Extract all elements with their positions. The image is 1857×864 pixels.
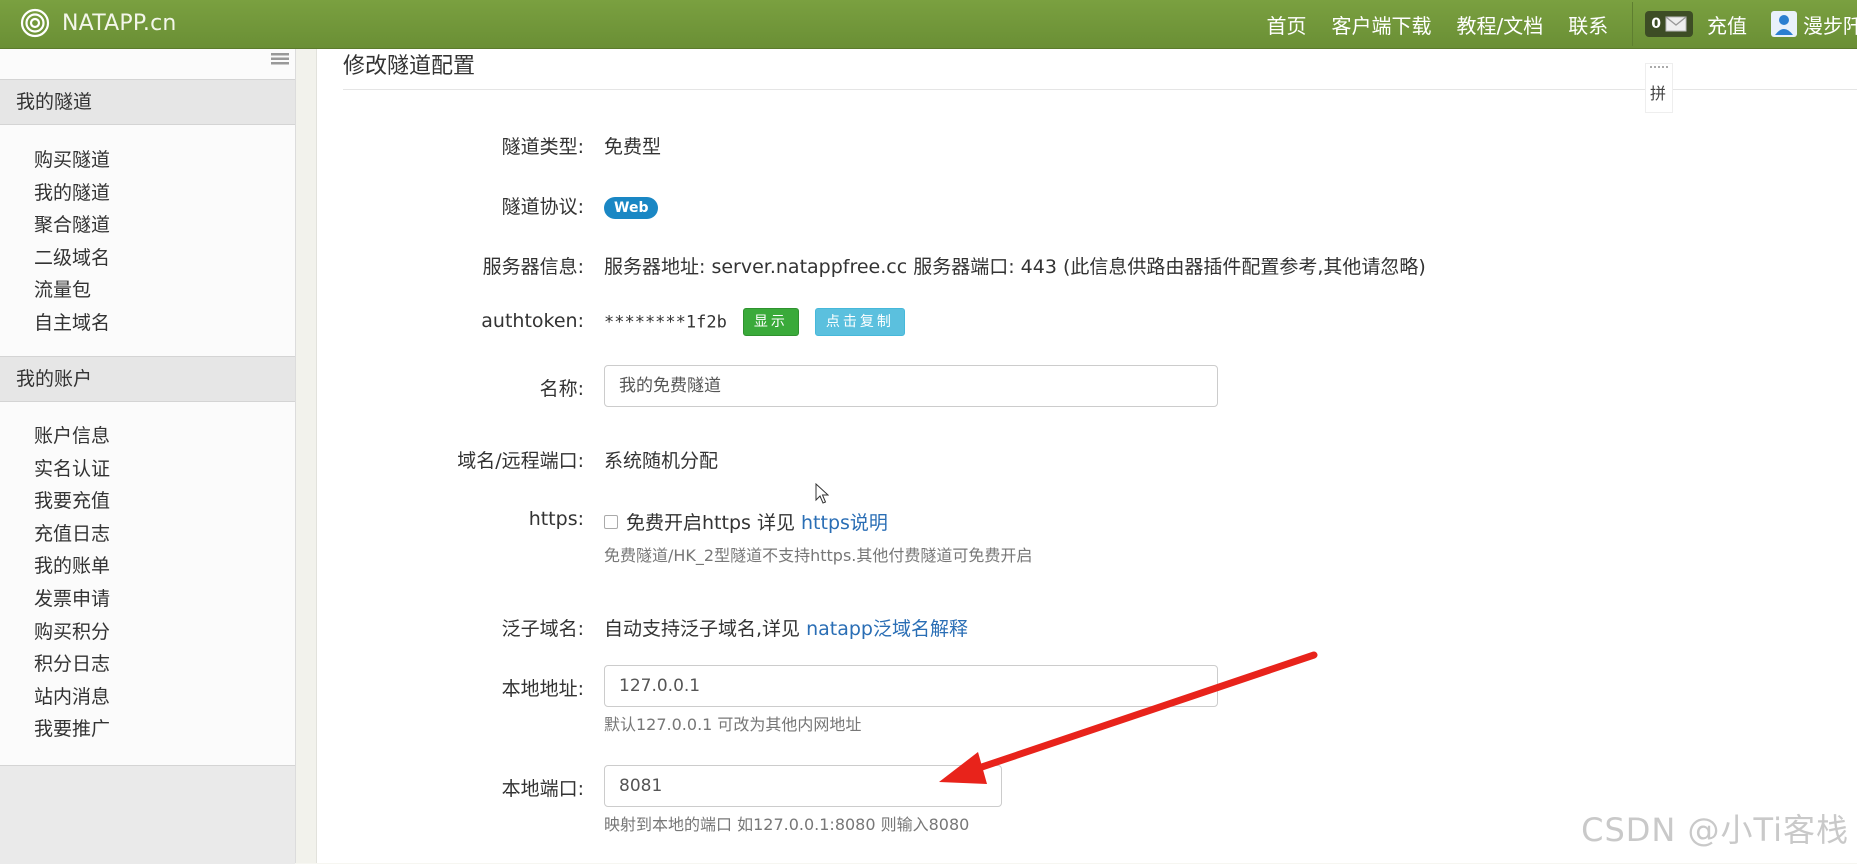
label-local-port: 本地端口: — [502, 774, 584, 801]
sidebar-item-invoice[interactable]: 发票申请 — [34, 583, 110, 616]
protocol-value-wrap: Web — [604, 195, 658, 219]
https-text: 免费开启https 详见 — [626, 512, 795, 534]
natapp-logo-icon — [20, 8, 50, 38]
sidebar-item-subdomain[interactable]: 二级域名 — [34, 242, 110, 275]
sidebar: 我的隧道 购买隧道 我的隧道 聚合隧道 二级域名 流量包 自主域名 我的账户 账… — [0, 49, 296, 863]
ime-toolbar[interactable]: 拼 — [1645, 63, 1673, 113]
label-https: https: — [529, 508, 584, 530]
sidebar-item-points-log[interactable]: 积分日志 — [34, 648, 110, 681]
page-title: 修改隧道配置 — [343, 49, 475, 85]
sidebar-item-my-bills[interactable]: 我的账单 — [34, 550, 110, 583]
authtoken-masked: ********1f2b — [604, 313, 727, 333]
sidebar-account-list: 账户信息 实名认证 我要充值 充值日志 我的账单 发票申请 购买积分 积分日志 … — [34, 420, 110, 746]
sidebar-section-account[interactable]: 我的账户 — [0, 356, 295, 402]
nav-contact[interactable]: 联系 — [1568, 10, 1608, 39]
nav-docs[interactable]: 教程/文档 — [1457, 10, 1544, 39]
sidebar-item-my-tunnels[interactable]: 我的隧道 — [34, 177, 110, 210]
title-divider — [343, 89, 1857, 90]
copy-token-button[interactable]: 点击复制 — [815, 308, 905, 336]
sidebar-item-buy-tunnel[interactable]: 购买隧道 — [34, 144, 110, 177]
brand[interactable]: NATAPP.cn — [20, 6, 177, 40]
authtoken-value-wrap: ********1f2b 显示 点击复制 — [604, 308, 905, 336]
main-content: 修改隧道配置 拼 隧道类型: 免费型 隧道协议: Web 服务器信息: 服务器地… — [317, 49, 1857, 863]
sidebar-item-messages[interactable]: 站内消息 — [34, 681, 110, 714]
sidebar-footer — [0, 765, 295, 864]
label-tunnel-protocol: 隧道协议: — [502, 192, 584, 219]
value-tunnel-type: 免费型 — [604, 132, 661, 159]
sidebar-item-buy-points[interactable]: 购买积分 — [34, 616, 110, 649]
label-authtoken: authtoken: — [481, 310, 584, 332]
sidebar-item-account-info[interactable]: 账户信息 — [34, 420, 110, 453]
local-port-input[interactable]: 8081 — [604, 765, 1002, 807]
nav-right: 首页 客户端下载 教程/文档 联系 0 充值 漫步阡陌 — [1242, 0, 1857, 48]
mouse-cursor-icon — [815, 483, 829, 505]
ime-handle — [1650, 66, 1668, 70]
nav-recharge[interactable]: 充值 — [1707, 10, 1747, 39]
sidebar-collapse-icon[interactable] — [271, 53, 289, 65]
local-address-input[interactable]: 127.0.0.1 — [604, 665, 1218, 707]
label-wildcard: 泛子域名: — [502, 614, 584, 641]
label-tunnel-type: 隧道类型: — [502, 132, 584, 159]
label-server-info: 服务器信息: — [483, 252, 584, 279]
sidebar-item-recharge-log[interactable]: 充值日志 — [34, 518, 110, 551]
sidebar-item-custom-domain[interactable]: 自主域名 — [34, 307, 110, 340]
label-domain: 域名/远程端口: — [457, 446, 584, 473]
sidebar-tunnel-list: 购买隧道 我的隧道 聚合隧道 二级域名 流量包 自主域名 — [34, 144, 110, 340]
nav-home[interactable]: 首页 — [1267, 10, 1307, 39]
https-checkbox[interactable] — [604, 515, 618, 529]
sidebar-item-traffic-pack[interactable]: 流量包 — [34, 274, 110, 307]
https-doc-link[interactable]: https说明 — [801, 512, 888, 534]
protocol-badge: Web — [604, 197, 658, 219]
brand-name: NATAPP.cn — [62, 11, 177, 36]
mail-icon — [1665, 16, 1687, 32]
show-token-button[interactable]: 显示 — [743, 308, 799, 336]
watermark: CSDN @小Ti客栈 — [1581, 805, 1849, 851]
value-server-info: 服务器地址: server.natappfree.cc 服务器端口: 443 (… — [604, 252, 1426, 279]
wildcard-text: 自动支持泛子域名,详见 — [604, 618, 800, 640]
user-avatar-icon[interactable] — [1771, 11, 1797, 37]
wildcard-doc-link[interactable]: natapp泛域名解释 — [806, 618, 968, 640]
label-name: 名称: — [540, 374, 584, 401]
top-navbar: NATAPP.cn 首页 客户端下载 教程/文档 联系 0 充值 漫步阡陌 — [0, 0, 1857, 49]
nav-divider — [1632, 2, 1633, 46]
label-local-address: 本地地址: — [502, 674, 584, 701]
nav-client-download[interactable]: 客户端下载 — [1332, 10, 1432, 39]
https-value-wrap: 免费开启https 详见 https说明 — [604, 508, 888, 535]
user-name[interactable]: 漫步阡陌 — [1803, 10, 1857, 39]
sidebar-section-tunnels[interactable]: 我的隧道 — [0, 79, 295, 125]
sidebar-item-aggregate-tunnel[interactable]: 聚合隧道 — [34, 209, 110, 242]
https-help: 免费隧道/HK_2型隧道不支持https.其他付费隧道可免费开启 — [604, 542, 1032, 566]
name-input[interactable]: 我的免费隧道 — [604, 365, 1218, 407]
value-domain: 系统随机分配 — [604, 446, 718, 473]
messages-button[interactable]: 0 — [1645, 11, 1693, 37]
sidebar-item-real-name[interactable]: 实名认证 — [34, 453, 110, 486]
ime-pinyin-icon: 拼 — [1650, 80, 1666, 104]
local-address-help: 默认127.0.0.1 可改为其他内网地址 — [604, 711, 861, 735]
sidebar-item-referral[interactable]: 我要推广 — [34, 713, 110, 746]
message-count: 0 — [1651, 16, 1661, 32]
sidebar-item-recharge[interactable]: 我要充值 — [34, 485, 110, 518]
wildcard-value-wrap: 自动支持泛子域名,详见 natapp泛域名解释 — [604, 614, 968, 641]
local-port-help: 映射到本地的端口 如127.0.0.1:8080 则输入8080 — [604, 811, 969, 835]
sidebar-gutter — [296, 49, 317, 863]
